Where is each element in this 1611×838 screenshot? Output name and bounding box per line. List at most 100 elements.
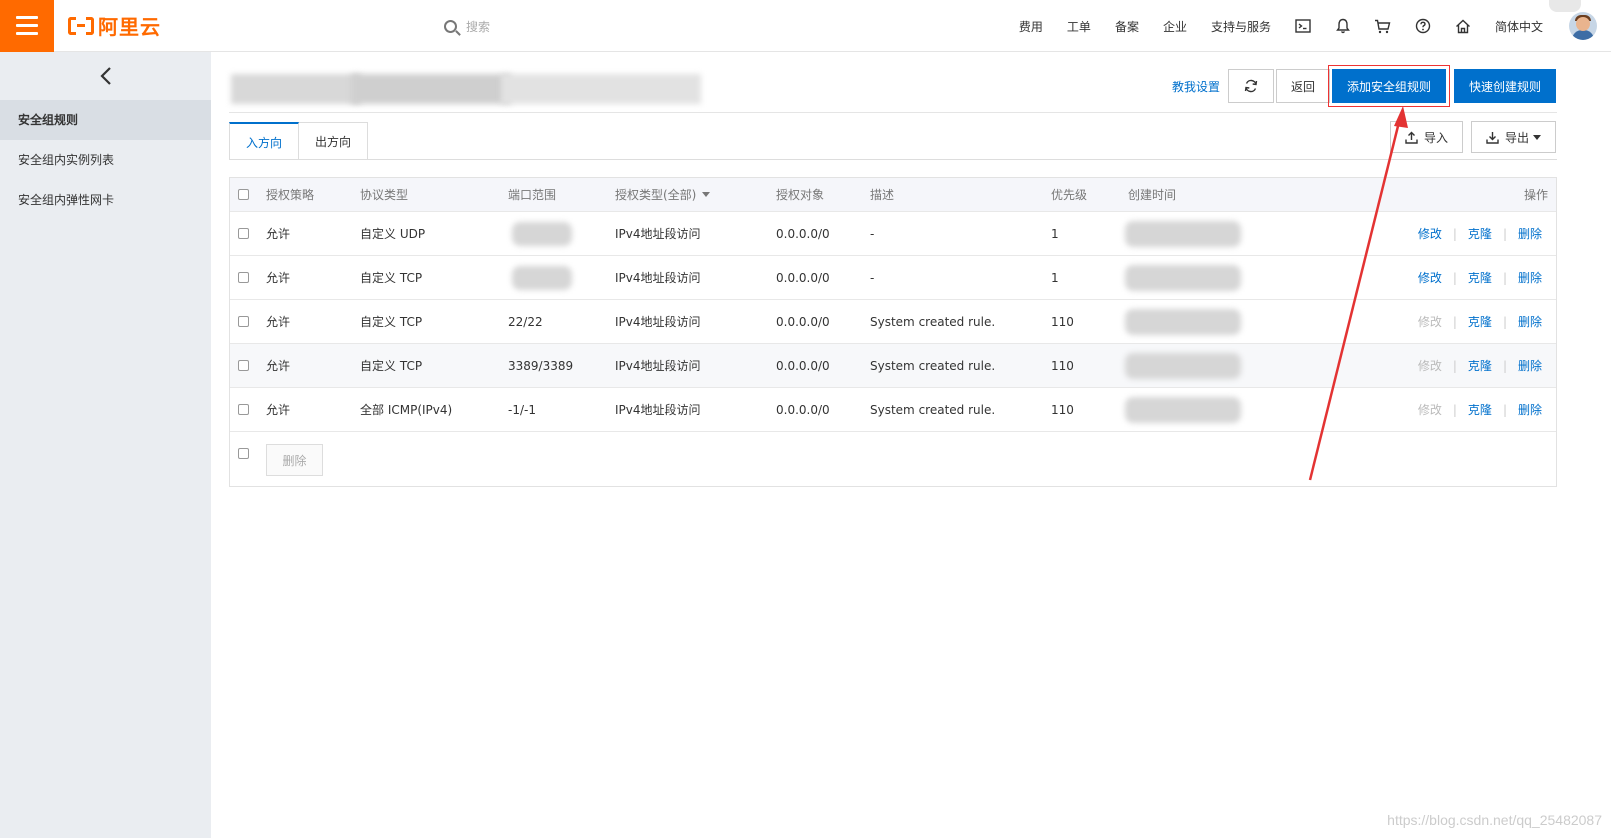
nav-tickets[interactable]: 工单 (1067, 18, 1091, 35)
action-separator: | (1502, 226, 1507, 241)
cell-created-redacted (1125, 309, 1241, 335)
row-checkbox[interactable] (238, 228, 249, 239)
cell-target: 0.0.0.0/0 (776, 270, 830, 285)
cell-desc: System created rule. (870, 358, 996, 373)
hamburger-menu-icon[interactable] (0, 0, 54, 52)
nav-support[interactable]: 支持与服务 (1211, 18, 1271, 35)
nav-fees[interactable]: 费用 (1019, 18, 1043, 35)
cell-auth-type: IPv4地址段访问 (615, 403, 701, 417)
cell-protocol: 自定义 TCP (360, 359, 423, 373)
cell-priority: 110 (1051, 358, 1074, 373)
cell-target: 0.0.0.0/0 (776, 402, 830, 417)
cell-actions: 修改 | 克隆 | 删除 (1418, 388, 1542, 431)
cell-actions: 修改 | 克隆 | 删除 (1418, 300, 1542, 343)
language-switch[interactable]: 简体中文 (1495, 18, 1543, 35)
cell-desc: - (870, 226, 875, 241)
cell-port-redacted (512, 222, 572, 246)
clone-link[interactable]: 克隆 (1468, 225, 1492, 242)
cell-port-redacted (512, 266, 572, 290)
import-label: 导入 (1423, 130, 1448, 145)
cell-created-redacted (1125, 221, 1241, 247)
tab-inbound[interactable]: 入方向 (229, 122, 300, 160)
action-separator: | (1502, 402, 1507, 417)
upload-icon (1405, 131, 1418, 144)
user-avatar[interactable] (1569, 12, 1597, 40)
direction-tabs: 入方向 出方向 (229, 122, 369, 160)
action-separator: | (1502, 358, 1507, 373)
col-auth-type[interactable]: 授权类型(全部) (615, 178, 711, 211)
quick-create-rule-button[interactable]: 快速创建规则 (1453, 69, 1556, 103)
bell-icon[interactable] (1333, 16, 1353, 36)
delete-link[interactable]: 删除 (1518, 225, 1542, 242)
nav-enterprise[interactable]: 企业 (1163, 18, 1187, 35)
row-checkbox[interactable] (238, 360, 249, 371)
terminal-icon[interactable] (1293, 16, 1313, 36)
edit-link[interactable]: 修改 (1418, 401, 1442, 418)
help-setup-link[interactable]: 教我设置 (1172, 78, 1220, 95)
table-footer: 删除 (230, 432, 1556, 486)
sidebar-item-eni[interactable]: 安全组内弹性网卡 (0, 180, 211, 220)
tab-outbound[interactable]: 出方向 (299, 122, 369, 160)
clone-link[interactable]: 克隆 (1468, 313, 1492, 330)
cell-created-redacted (1125, 265, 1241, 291)
help-icon[interactable] (1413, 16, 1433, 36)
delete-link[interactable]: 删除 (1518, 269, 1542, 286)
col-auth-type-label: 授权类型(全部) (615, 188, 697, 202)
import-export-group: 导入 导出 (1389, 121, 1556, 153)
cell-actions: 修改 | 克隆 | 删除 (1418, 212, 1542, 255)
action-separator: | (1452, 402, 1457, 417)
clone-link[interactable]: 克隆 (1468, 269, 1492, 286)
edit-link[interactable]: 修改 (1418, 313, 1442, 330)
top-nav: 费用 工单 备案 企业 支持与服务 简体中文 (1007, 0, 1611, 52)
aliyun-logo[interactable]: 阿里云 (68, 11, 161, 40)
nav-filing[interactable]: 备案 (1115, 18, 1139, 35)
search-box[interactable]: 搜索 (444, 18, 490, 35)
cell-priority: 110 (1051, 402, 1074, 417)
col-created: 创建时间 (1128, 188, 1177, 202)
delete-link[interactable]: 删除 (1518, 357, 1542, 374)
caret-down-icon (1533, 134, 1541, 140)
back-button[interactable]: 返回 (1275, 69, 1330, 103)
search-placeholder: 搜索 (466, 20, 491, 34)
cell-policy: 允许 (266, 227, 291, 241)
main-content: 教我设置 返回 添加安全组规则 快速创建规则 入方向 出方向 导入 导出 授权策… (211, 52, 1611, 838)
row-checkbox[interactable] (238, 404, 249, 415)
col-target: 授权对象 (776, 188, 825, 202)
header-divider (229, 112, 1557, 113)
clone-link[interactable]: 克隆 (1468, 357, 1492, 374)
cell-priority: 110 (1051, 314, 1074, 329)
clone-link[interactable]: 克隆 (1468, 401, 1492, 418)
delete-link[interactable]: 删除 (1518, 401, 1542, 418)
table-row: 允许 自定义 TCP 22/22 IPv4地址段访问 0.0.0.0/0 System c… (230, 300, 1556, 344)
back-chevron-icon[interactable] (0, 52, 211, 100)
cell-desc: System created rule. (870, 402, 996, 417)
table-row: 允许 全部 ICMP(IPv4) -1/-1 IPv4地址段访问 0.0.0.0/0 Sy… (230, 388, 1556, 432)
table-row: 允许 自定义 TCP IPv4地址段访问 0.0.0.0/0 - 1 修改 | 克隆 | 删除 (230, 256, 1556, 300)
row-checkbox[interactable] (238, 272, 249, 283)
row-checkbox[interactable] (238, 316, 249, 327)
add-security-group-rule-button[interactable]: 添加安全组规则 (1327, 65, 1450, 107)
cell-target: 0.0.0.0/0 (776, 314, 830, 329)
col-priority: 优先级 (1051, 188, 1088, 202)
cell-port: 3389/3389 (508, 358, 574, 373)
edit-link[interactable]: 修改 (1418, 357, 1442, 374)
home-icon[interactable] (1453, 16, 1473, 36)
sidebar-item-instances[interactable]: 安全组内实例列表 (0, 140, 211, 180)
cart-icon[interactable] (1373, 16, 1393, 36)
watermark: https://blog.csdn.net/qq_25482087 (1387, 812, 1602, 828)
table-row: 允许 自定义 UDP IPv4地址段访问 0.0.0.0/0 - 1 修改 | 克隆 | 删除 (230, 212, 1556, 256)
refresh-button[interactable] (1227, 69, 1274, 103)
edit-link[interactable]: 修改 (1418, 225, 1442, 242)
action-separator: | (1452, 358, 1457, 373)
import-button[interactable]: 导入 (1389, 121, 1463, 153)
delete-link[interactable]: 删除 (1518, 313, 1542, 330)
footer-select-all-checkbox[interactable] (238, 447, 249, 459)
export-button[interactable]: 导出 (1470, 121, 1556, 153)
sidebar-item-rules[interactable]: 安全组规则 (0, 100, 211, 140)
select-all-checkbox[interactable] (238, 189, 249, 200)
batch-delete-button[interactable]: 删除 (266, 444, 323, 476)
edit-link[interactable]: 修改 (1418, 269, 1442, 286)
table-header: 授权策略 协议类型 端口范围 授权类型(全部) 授权对象 描述 优先级 创建时间… (230, 178, 1556, 212)
cell-protocol: 自定义 TCP (360, 315, 423, 329)
cell-target: 0.0.0.0/0 (776, 226, 830, 241)
